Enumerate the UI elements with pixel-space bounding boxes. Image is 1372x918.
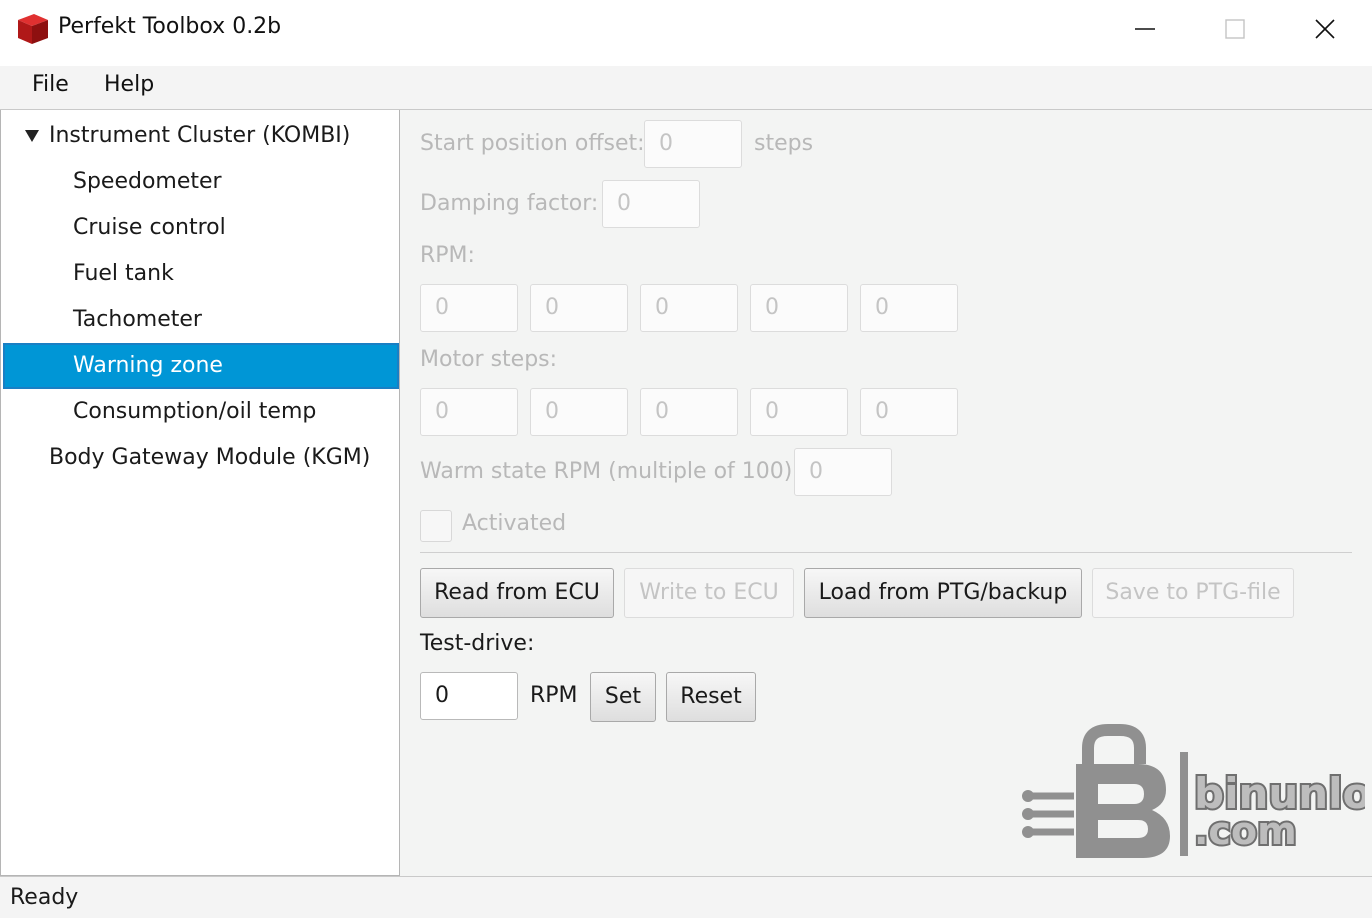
tree-item-consumption-oil-temp[interactable]: Consumption/oil temp bbox=[3, 389, 399, 435]
settings-panel: Start position offset: 0 steps Damping f… bbox=[400, 110, 1372, 876]
tree-item-label: Consumption/oil temp bbox=[73, 399, 317, 424]
warm-rpm-label: Warm state RPM (multiple of 100): bbox=[420, 459, 800, 484]
tree-item-label: Body Gateway Module (KGM) bbox=[49, 445, 371, 470]
set-button[interactable]: Set bbox=[590, 672, 656, 722]
tree-item-label: Speedometer bbox=[73, 169, 222, 194]
activated-checkbox[interactable] bbox=[420, 510, 452, 542]
status-bar: Ready bbox=[0, 876, 1372, 918]
tree-item-speedometer[interactable]: Speedometer bbox=[3, 159, 399, 205]
warm-rpm-field[interactable]: 0 bbox=[794, 448, 892, 496]
load-from-ptg-button[interactable]: Load from PTG/backup bbox=[804, 568, 1082, 618]
test-drive-unit: RPM bbox=[530, 683, 578, 708]
title-bar: Perfekt Toolbox 0.2b bbox=[0, 0, 1372, 66]
read-from-ecu-button[interactable]: Read from ECU bbox=[420, 568, 614, 618]
reset-button[interactable]: Reset bbox=[666, 672, 756, 722]
start-offset-unit: steps bbox=[754, 131, 814, 156]
damping-label: Damping factor: bbox=[420, 191, 599, 216]
maximize-button[interactable] bbox=[1190, 0, 1280, 58]
rpm-field-1[interactable]: 0 bbox=[420, 284, 518, 332]
window-title: Perfekt Toolbox 0.2b bbox=[58, 14, 282, 39]
expand-arrow-icon[interactable] bbox=[25, 130, 39, 142]
maximize-icon bbox=[1225, 19, 1245, 39]
close-icon bbox=[1315, 19, 1335, 39]
motor-steps-field-5[interactable]: 0 bbox=[860, 388, 958, 436]
menu-file[interactable]: File bbox=[32, 72, 69, 97]
status-text: Ready bbox=[10, 885, 79, 910]
tree-item-instrument-cluster[interactable]: Instrument Cluster (KOMBI) bbox=[3, 113, 399, 159]
divider bbox=[420, 552, 1352, 553]
rpm-field-3[interactable]: 0 bbox=[640, 284, 738, 332]
tree-item-cruise-control[interactable]: Cruise control bbox=[3, 205, 399, 251]
write-to-ecu-button[interactable]: Write to ECU bbox=[624, 568, 794, 618]
rpm-label: RPM: bbox=[420, 243, 475, 268]
tree-item-fuel-tank[interactable]: Fuel tank bbox=[3, 251, 399, 297]
rpm-field-4[interactable]: 0 bbox=[750, 284, 848, 332]
rpm-field-5[interactable]: 0 bbox=[860, 284, 958, 332]
motor-steps-field-2[interactable]: 0 bbox=[530, 388, 628, 436]
tree-item-body-gateway-module[interactable]: Body Gateway Module (KGM) bbox=[3, 435, 399, 481]
menu-bar: File Help bbox=[0, 66, 1372, 110]
lock-logo-icon bbox=[1022, 724, 1188, 858]
rpm-field-2[interactable]: 0 bbox=[530, 284, 628, 332]
tree-item-warning-zone[interactable]: Warning zone bbox=[3, 343, 399, 389]
activated-label: Activated bbox=[462, 511, 567, 536]
motor-steps-field-4[interactable]: 0 bbox=[750, 388, 848, 436]
navigation-tree: Instrument Cluster (KOMBI) Speedometer C… bbox=[0, 110, 400, 876]
red-cube-icon bbox=[18, 14, 48, 44]
tree-item-label: Tachometer bbox=[73, 307, 202, 332]
close-button[interactable] bbox=[1280, 0, 1370, 58]
motor-steps-label: Motor steps: bbox=[420, 347, 558, 372]
test-drive-rpm-field[interactable]: 0 bbox=[420, 672, 518, 720]
motor-steps-field-1[interactable]: 0 bbox=[420, 388, 518, 436]
watermark-line-2-fill: .com bbox=[1194, 809, 1297, 853]
start-offset-label: Start position offset: bbox=[420, 131, 645, 156]
menu-help[interactable]: Help bbox=[104, 72, 154, 97]
start-offset-field[interactable]: 0 bbox=[644, 120, 742, 168]
damping-field[interactable]: 0 bbox=[602, 180, 700, 228]
tree-item-label: Warning zone bbox=[73, 353, 223, 378]
binunlock-watermark: binunlock binunlock .com .com bbox=[1022, 724, 1365, 858]
minimize-icon bbox=[1135, 28, 1155, 30]
minimize-button[interactable] bbox=[1100, 0, 1190, 58]
motor-steps-field-3[interactable]: 0 bbox=[640, 388, 738, 436]
tree-item-label: Instrument Cluster (KOMBI) bbox=[49, 123, 351, 148]
test-drive-label: Test-drive: bbox=[420, 631, 535, 656]
tree-item-label: Cruise control bbox=[73, 215, 226, 240]
tree-item-label: Fuel tank bbox=[73, 261, 174, 286]
save-to-ptg-button[interactable]: Save to PTG-file bbox=[1092, 568, 1294, 618]
tree-item-tachometer[interactable]: Tachometer bbox=[3, 297, 399, 343]
